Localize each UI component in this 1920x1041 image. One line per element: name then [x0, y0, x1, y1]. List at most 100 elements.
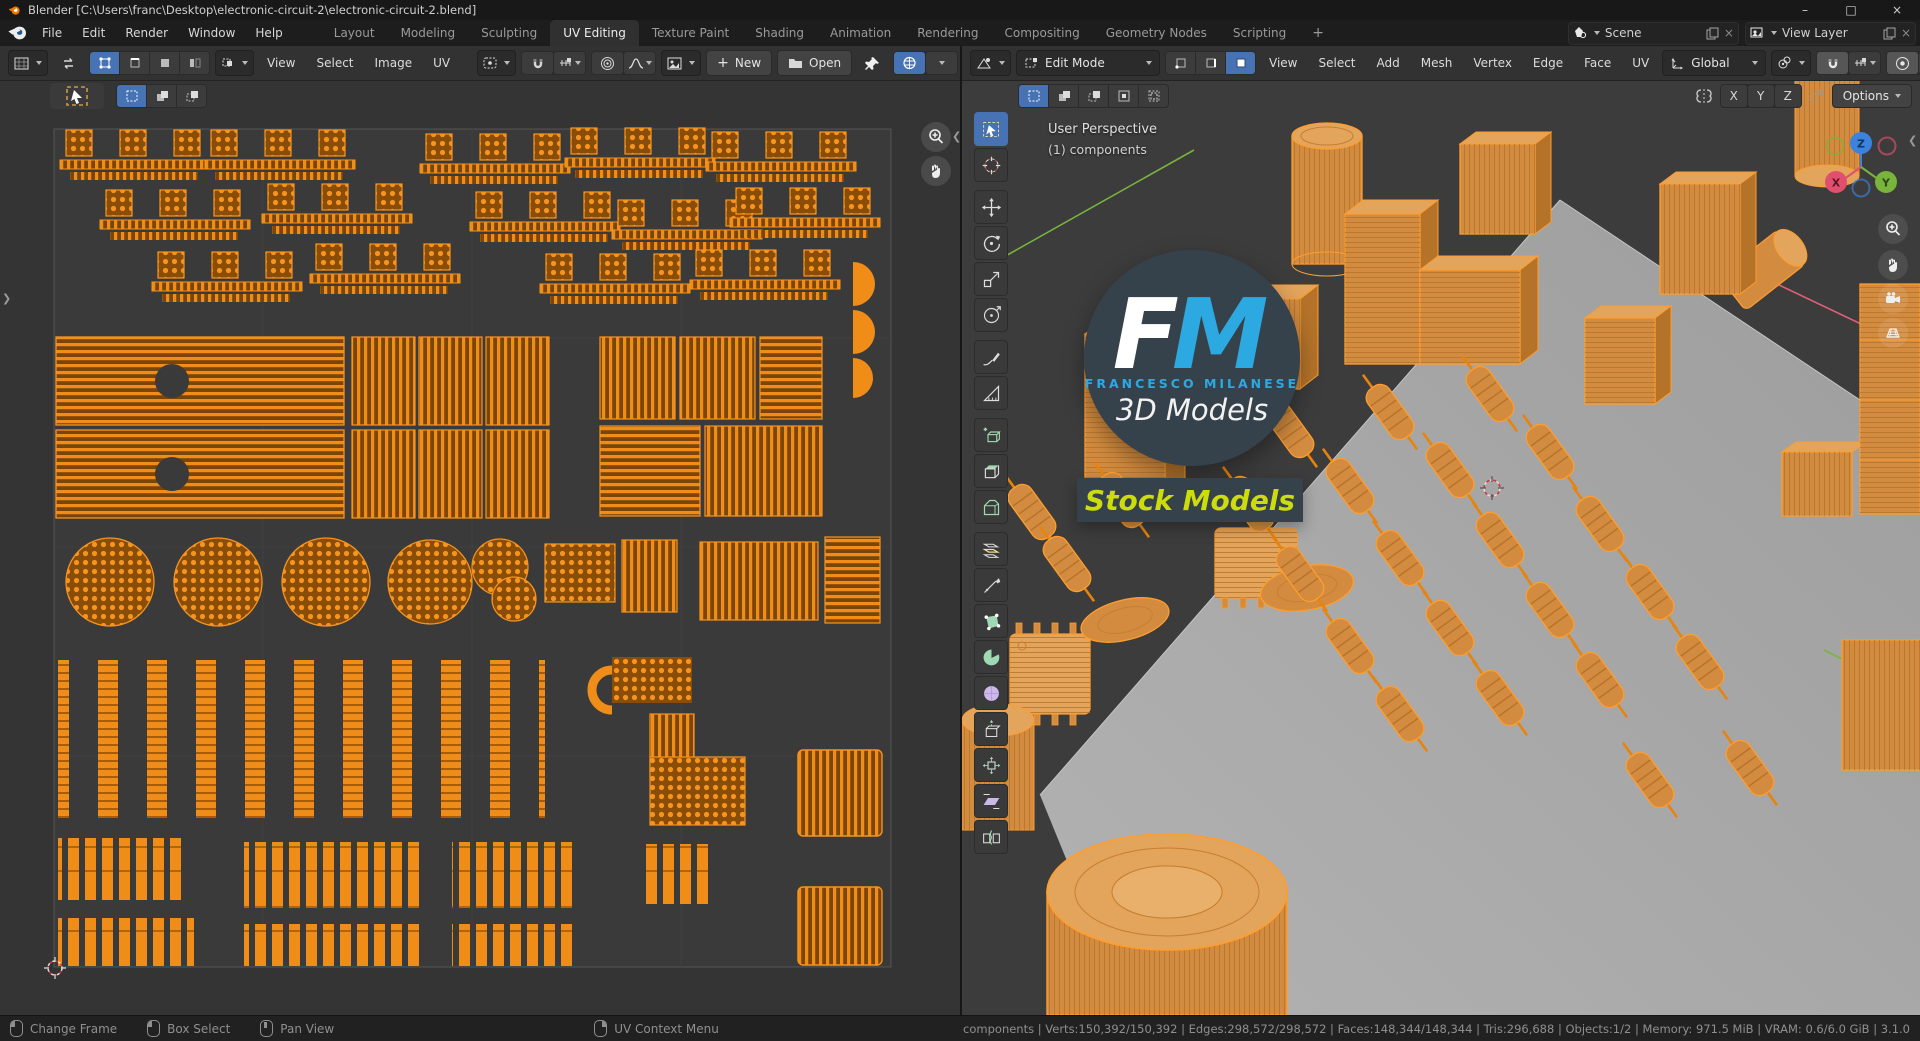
vp-invert-selection-button[interactable]	[1109, 85, 1138, 107]
vp-ortho-widget[interactable]	[1878, 318, 1908, 348]
tab-rendering[interactable]: Rendering	[904, 20, 991, 46]
tool-cursor[interactable]	[974, 148, 1008, 182]
tool-bevel[interactable]	[974, 490, 1008, 524]
vp-collapse-arrow[interactable]: ❮	[1908, 134, 1917, 147]
uv-canvas[interactable]	[0, 112, 960, 1015]
orientation-dropdown[interactable]: Global	[1662, 50, 1766, 76]
vp-pan-widget[interactable]	[1878, 250, 1908, 280]
face-mode-button[interactable]	[1226, 52, 1255, 74]
sticky-selection-button[interactable]	[215, 50, 254, 76]
remove-view-layer-icon[interactable]: ×	[1901, 26, 1911, 40]
uv-vertex-select-button[interactable]	[90, 52, 119, 74]
tab-sculpting[interactable]: Sculpting	[468, 20, 550, 46]
new-view-layer-icon[interactable]	[1883, 27, 1896, 40]
vp-snap-toggle[interactable]	[1817, 52, 1848, 74]
tool-move[interactable]	[974, 190, 1008, 224]
tool-rip-region[interactable]	[974, 820, 1008, 854]
mirror-icon[interactable]	[1694, 88, 1714, 104]
uv-extend-selection-button[interactable]	[147, 85, 176, 107]
maximize-button[interactable]: □	[1828, 0, 1874, 20]
vp-menu-uv[interactable]: UV	[1624, 56, 1657, 70]
vp-menu-vertex[interactable]: Vertex	[1465, 56, 1520, 70]
uv-edge-select-button[interactable]	[120, 52, 149, 74]
vp-camera-widget[interactable]	[1878, 284, 1908, 314]
vp-menu-face[interactable]: Face	[1576, 56, 1619, 70]
navigation-gizmo[interactable]: Z X Y	[1822, 130, 1902, 204]
close-button[interactable]: ×	[1874, 0, 1920, 20]
uv-subtract-selection-button[interactable]	[177, 85, 206, 107]
proportional-connected-icon[interactable]	[1808, 88, 1826, 104]
vp-new-selection-button[interactable]	[1019, 85, 1048, 107]
tab-geometry-nodes[interactable]: Geometry Nodes	[1093, 20, 1220, 46]
add-workspace-button[interactable]: +	[1299, 20, 1337, 46]
tool-transform[interactable]	[974, 298, 1008, 332]
tab-modeling[interactable]: Modeling	[388, 20, 469, 46]
tool-select-box[interactable]	[974, 112, 1008, 146]
mirror-z-button[interactable]: Z	[1775, 85, 1801, 107]
editor-type-button[interactable]	[970, 50, 1011, 76]
uv-menu-select[interactable]: Select	[308, 56, 361, 70]
menu-help[interactable]: Help	[245, 20, 292, 46]
vp-intersect-selection-button[interactable]	[1139, 85, 1168, 107]
vp-snap-settings[interactable]	[1849, 52, 1880, 74]
tab-scripting[interactable]: Scripting	[1220, 20, 1299, 46]
tool-loop-cut[interactable]	[974, 532, 1008, 566]
tool-shrink-fatten[interactable]	[974, 748, 1008, 782]
mode-dropdown[interactable]: Edit Mode	[1016, 50, 1160, 76]
image-browse-button[interactable]	[661, 50, 701, 76]
tab-layout[interactable]: Layout	[321, 20, 388, 46]
vp-menu-mesh[interactable]: Mesh	[1413, 56, 1461, 70]
uv-sync-toggle[interactable]	[53, 52, 84, 74]
vp-subtract-selection-button[interactable]	[1079, 85, 1108, 107]
open-image-button[interactable]: Open	[777, 50, 852, 76]
tool-knife[interactable]	[974, 568, 1008, 602]
vp-proportional-toggle[interactable]	[1887, 52, 1918, 74]
view-layer-selector[interactable]: View Layer ×	[1745, 22, 1916, 45]
tool-smooth[interactable]	[974, 676, 1008, 710]
tab-uv-editing[interactable]: UV Editing	[550, 20, 639, 46]
tool-shear[interactable]	[974, 784, 1008, 818]
editor-type-button[interactable]	[8, 50, 48, 76]
mirror-x-button[interactable]: X	[1721, 85, 1747, 107]
vp-menu-view[interactable]: View	[1261, 56, 1305, 70]
uv-snap-toggle[interactable]	[522, 52, 553, 74]
uv-pivot-button[interactable]	[477, 50, 516, 76]
options-button[interactable]: Options	[1832, 84, 1912, 108]
vp-zoom-widget[interactable]	[1878, 214, 1908, 244]
menu-edit[interactable]: Edit	[72, 20, 115, 46]
tab-animation[interactable]: Animation	[817, 20, 904, 46]
uv-snap-settings[interactable]	[554, 52, 585, 74]
tool-inset-faces[interactable]	[974, 454, 1008, 488]
tool-spin[interactable]	[974, 640, 1008, 674]
vp-pivot-button[interactable]	[1771, 50, 1811, 76]
edge-mode-button[interactable]	[1196, 52, 1225, 74]
vp-menu-edge[interactable]: Edge	[1525, 56, 1571, 70]
tool-scale[interactable]	[974, 262, 1008, 296]
vp-menu-add[interactable]: Add	[1369, 56, 1408, 70]
uv-collapse-arrow[interactable]: ❮	[952, 130, 960, 143]
menu-render[interactable]: Render	[115, 20, 178, 46]
viewport-canvas[interactable]	[962, 80, 1920, 1015]
vp-menu-select[interactable]: Select	[1310, 56, 1363, 70]
scene-selector[interactable]: Scene ×	[1568, 22, 1739, 45]
vertex-mode-button[interactable]	[1166, 52, 1195, 74]
tool-edge-slide[interactable]	[974, 712, 1008, 746]
new-scene-icon[interactable]	[1706, 27, 1719, 40]
tool-measure[interactable]	[974, 376, 1008, 410]
tab-texture-paint[interactable]: Texture Paint	[639, 20, 742, 46]
mirror-y-button[interactable]: Y	[1748, 85, 1774, 107]
minimize-button[interactable]: –	[1782, 0, 1828, 20]
menu-file[interactable]: File	[32, 20, 72, 46]
tool-rotate[interactable]	[974, 226, 1008, 260]
unlink-scene-icon[interactable]: ×	[1724, 26, 1734, 40]
uv-toolbar-expand-arrow[interactable]: ❯	[2, 292, 11, 305]
menu-window[interactable]: Window	[178, 20, 245, 46]
uv-new-selection-button[interactable]	[117, 85, 146, 107]
uvmap-dropdown[interactable]	[926, 52, 957, 74]
uv-menu-uv[interactable]: UV	[425, 56, 458, 70]
uv-proportional-toggle[interactable]	[592, 52, 623, 74]
vp-extend-selection-button[interactable]	[1049, 85, 1078, 107]
tab-shading[interactable]: Shading	[742, 20, 817, 46]
tool-extrude-region[interactable]	[974, 418, 1008, 452]
uv-face-select-button[interactable]	[150, 52, 179, 74]
